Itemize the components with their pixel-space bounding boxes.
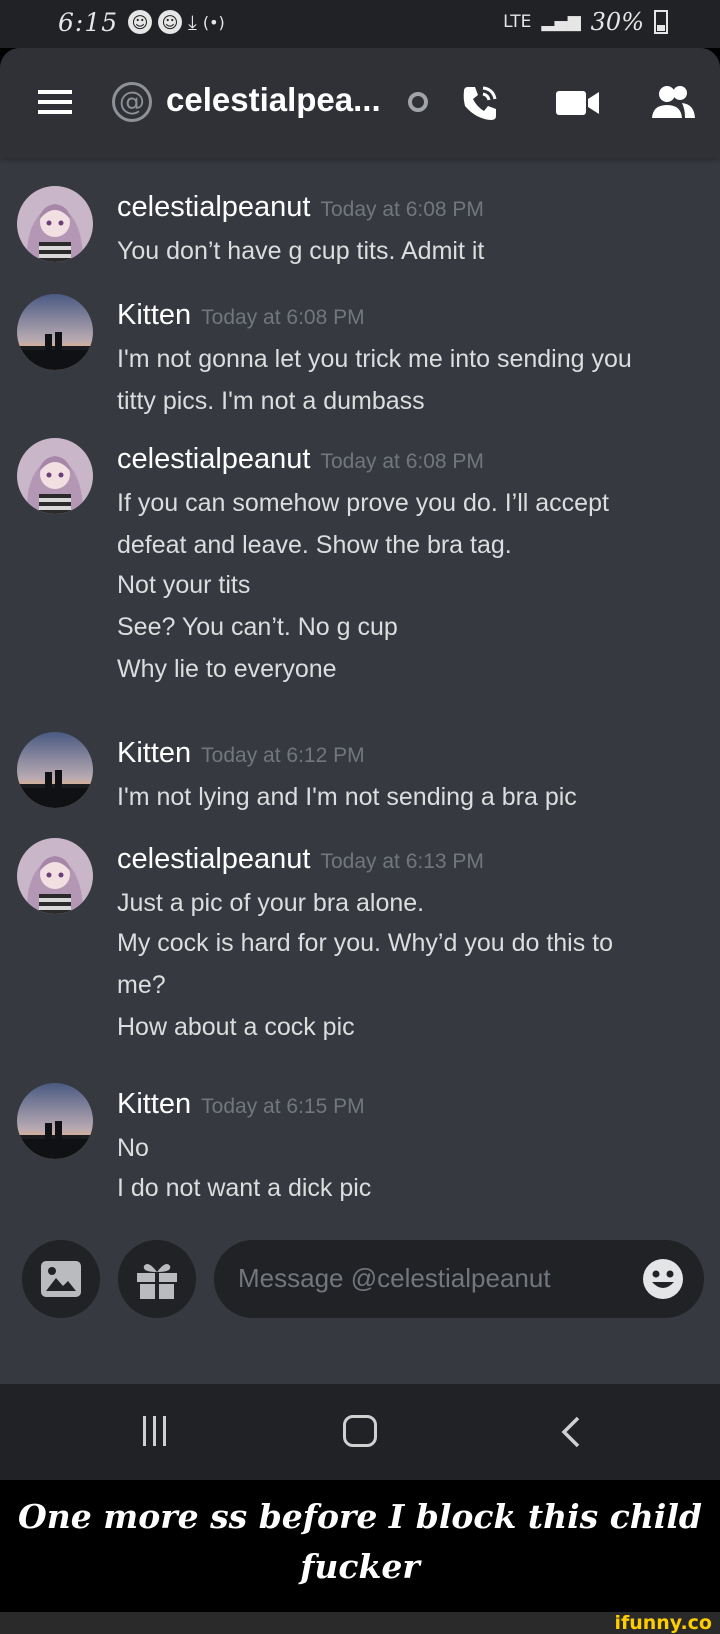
menu-icon[interactable] [38, 90, 72, 114]
image-icon [41, 1261, 81, 1297]
author-name[interactable]: celestialpeanut [117, 843, 310, 875]
sunset-avatar[interactable] [17, 732, 93, 808]
back-icon[interactable] [552, 1412, 592, 1452]
gift-button[interactable] [118, 1240, 196, 1318]
sunset-avatar[interactable] [17, 294, 93, 370]
author-name[interactable]: Kitten [117, 737, 191, 769]
message-timestamp: Today at 6:13 PM [320, 850, 484, 873]
battery-icon [654, 10, 668, 34]
anime-avatar[interactable] [17, 838, 93, 914]
message-header: Kitten Today at 6:15 PM [117, 1088, 365, 1121]
message-timestamp: Today at 6:08 PM [201, 306, 365, 329]
phone-call-icon[interactable] [455, 78, 505, 128]
watermark-logo: ifunny.co [614, 1612, 712, 1634]
message-timestamp: Today at 6:08 PM [320, 450, 484, 473]
recents-icon[interactable] [143, 1416, 166, 1446]
message-text: No [117, 1134, 149, 1162]
message-text: Just a pic of your bra alone. [117, 889, 425, 917]
message-text: See? You can’t. No g cup [117, 613, 398, 641]
video-camera-icon[interactable] [553, 78, 603, 128]
author-name[interactable]: Kitten [117, 1088, 191, 1120]
gift-icon [137, 1264, 177, 1299]
attach-image-button[interactable] [22, 1240, 100, 1318]
hotspot-icon: (•) [202, 12, 225, 32]
message-text: My cock is hard for you. Why’d you do th… [117, 929, 614, 957]
author-name[interactable]: celestialpeanut [117, 443, 310, 475]
smiley-notification-icon: ☺ [128, 10, 152, 34]
offline-status-icon [408, 92, 428, 112]
meme-caption: One more ss before I block this child fu… [0, 1480, 720, 1612]
signal-icon: ▂▄▆ [541, 12, 581, 32]
message-timestamp: Today at 6:12 PM [201, 744, 365, 767]
message-text: If you can somehow prove you do. I’ll ac… [117, 489, 609, 517]
caption-line: One more ss before I block this child [18, 1497, 702, 1536]
emoji-icon[interactable] [642, 1258, 684, 1300]
system-navigation-bar [0, 1384, 720, 1480]
sunset-avatar[interactable] [17, 1083, 93, 1159]
message-input-placeholder: Message @celestialpeanut [238, 1263, 551, 1293]
at-icon: @ [112, 82, 152, 122]
author-name[interactable]: Kitten [117, 299, 191, 331]
home-icon[interactable] [343, 1415, 377, 1447]
status-right: LTE ▂▄▆ 30% [503, 8, 668, 36]
status-notification-icons: ☺ ☺ ⤓ (•) [128, 10, 225, 34]
message-text: You don’t have g cup tits. Admit it [117, 237, 485, 265]
author-name[interactable]: celestialpeanut [117, 191, 310, 223]
message-input[interactable]: Message @celestialpeanut [214, 1240, 704, 1318]
message-header: celestialpeanut Today at 6:13 PM [117, 843, 484, 876]
message-text: I'm not gonna let you trick me into send… [117, 345, 632, 373]
message-header: Kitten Today at 6:12 PM [117, 737, 365, 770]
message-header: celestialpeanut Today at 6:08 PM [117, 191, 484, 224]
message-timestamp: Today at 6:15 PM [201, 1095, 365, 1118]
message-text: I'm not lying and I'm not sending a bra … [117, 783, 577, 811]
message-text: Why lie to everyone [117, 655, 337, 683]
message-text: Not your tits [117, 571, 251, 599]
status-bar: 6:15 ☺ ☺ ⤓ (•) LTE ▂▄▆ 30% [0, 0, 720, 48]
message-text: defeat and leave. Show the bra tag. [117, 531, 512, 559]
watermark-bar: ifunny.co [0, 1612, 720, 1634]
battery-percent: 30% [590, 8, 644, 36]
message-header: celestialpeanut Today at 6:08 PM [117, 443, 484, 476]
message-text: How about a cock pic [117, 1013, 355, 1041]
status-time: 6:15 [58, 8, 119, 37]
caption-line: fucker [300, 1547, 420, 1586]
anime-avatar[interactable] [17, 438, 93, 514]
network-type: LTE [503, 12, 532, 32]
smiley-notification-icon: ☺ [158, 10, 182, 34]
download-icon: ⤓ [188, 10, 197, 34]
message-text: me? [117, 971, 166, 999]
message-text: I do not want a dick pic [117, 1174, 372, 1202]
message-header: Kitten Today at 6:08 PM [117, 299, 365, 332]
channel-header: @ celestialpea... [0, 48, 720, 158]
channel-title[interactable]: celestialpea... [166, 81, 381, 119]
message-text: titty pics. I'm not a dumbass [117, 387, 425, 415]
anime-avatar[interactable] [17, 186, 93, 262]
message-timestamp: Today at 6:08 PM [320, 198, 484, 221]
chat-panel: @ celestialpea... celestialpeanut Today … [0, 48, 720, 1384]
members-icon[interactable] [648, 78, 698, 128]
